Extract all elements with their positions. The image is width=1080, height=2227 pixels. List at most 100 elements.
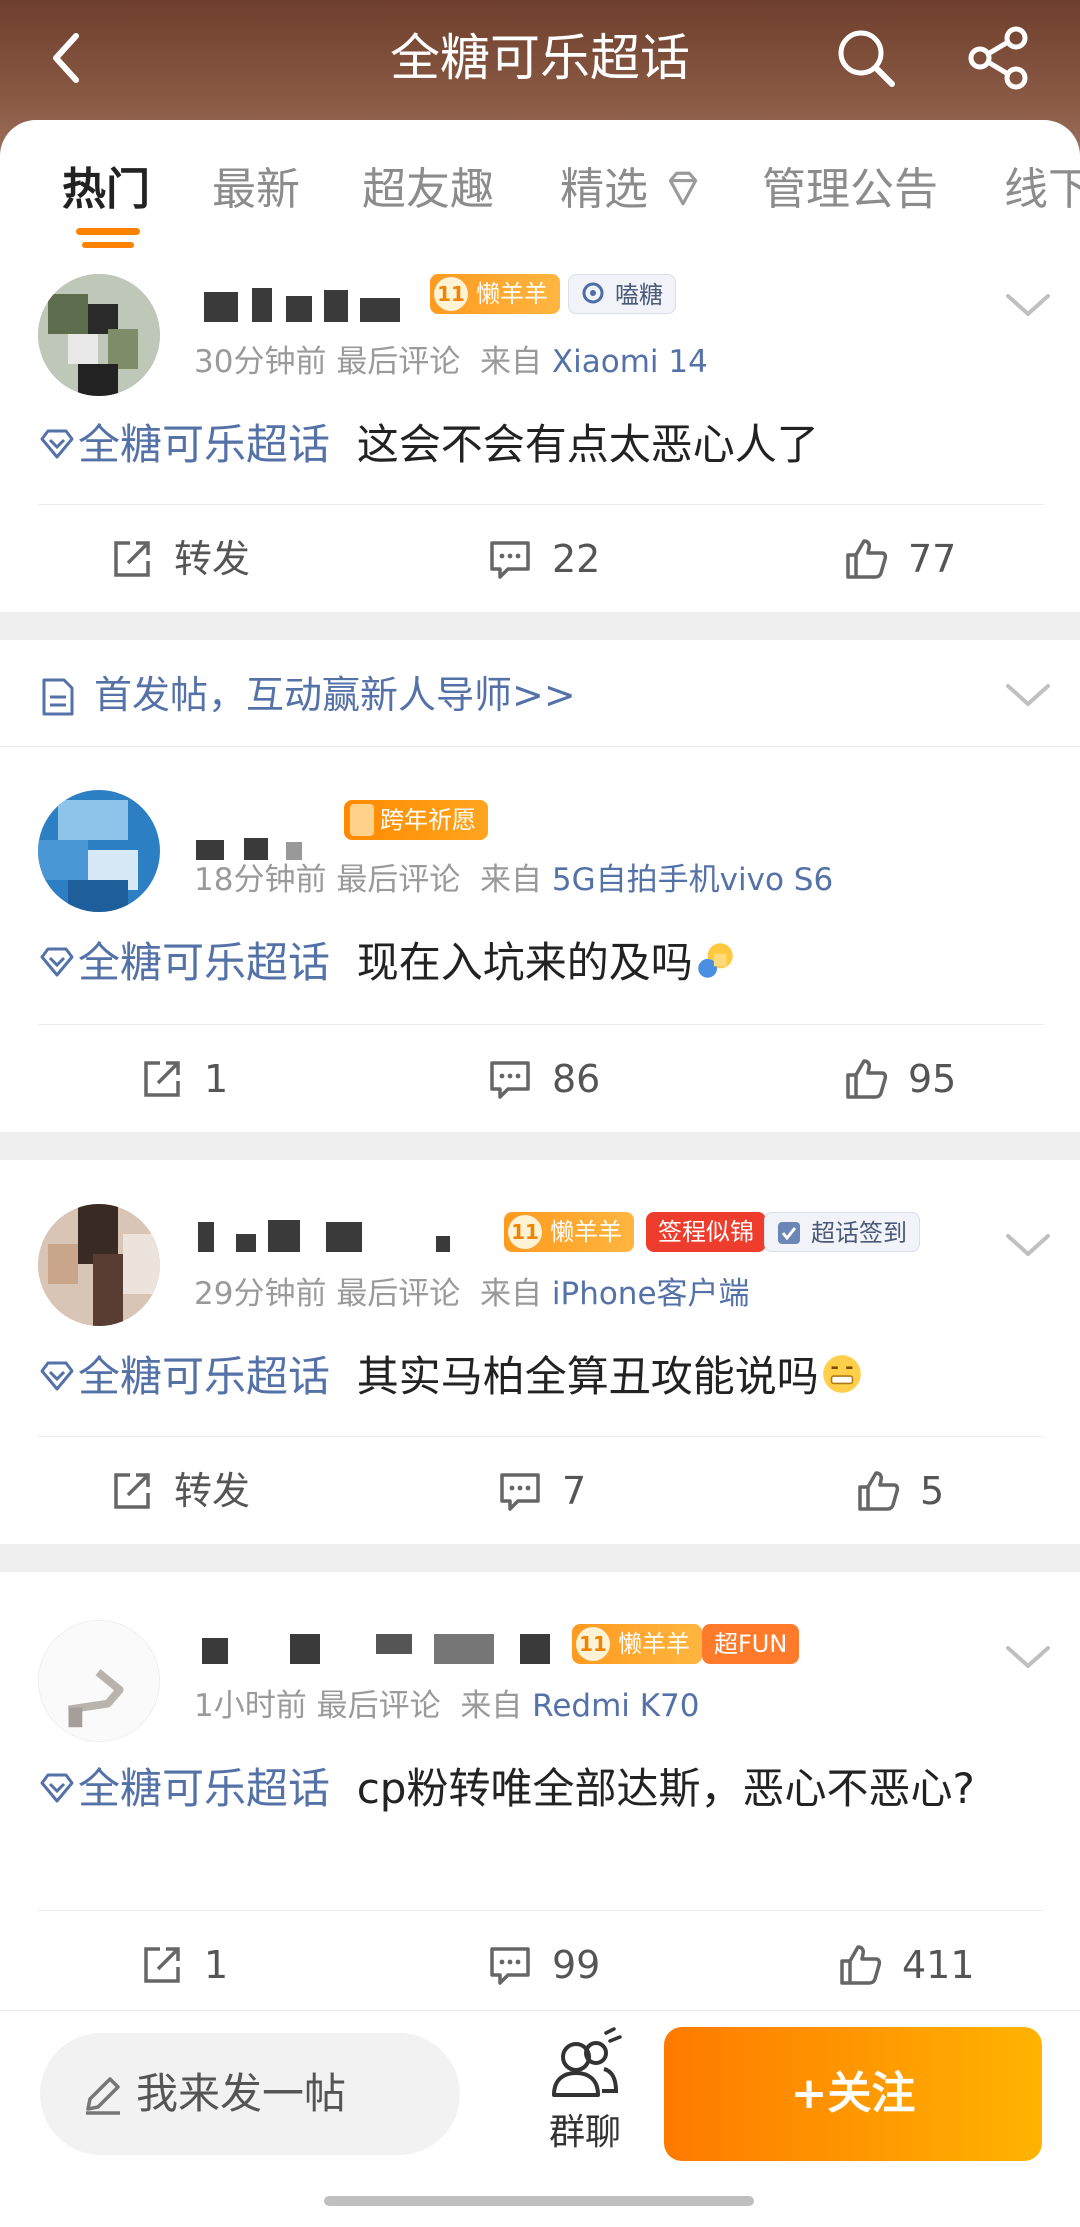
tab-announcements[interactable]: 管理公告 (762, 160, 938, 220)
compose-label: 我来发一帖 (136, 2069, 347, 2118)
post-meta: 30分钟前 最后评论 来自 Xiaomi 14 (194, 344, 708, 380)
notice-text: 首发帖，互动赢新人导师>> (94, 673, 576, 717)
avatar[interactable] (38, 790, 160, 912)
fun-badge[interactable]: 超FUN (702, 1624, 800, 1664)
compose-button[interactable]: 我来发一帖 (40, 2033, 460, 2155)
pencil-icon (86, 2077, 120, 2115)
post-source: 5G自拍手机vivo S6 (551, 862, 834, 898)
chevron-down-icon (1006, 294, 1050, 316)
username-redacted[interactable] (196, 1624, 566, 1674)
level-badge[interactable]: 11 懒羊羊 (430, 274, 560, 314)
post-text: 这会不会有点太恶心人了 (356, 420, 819, 469)
post-card[interactable]: 11 懒羊羊 嗑糖 30分钟前 最后评论 来自 Xiaomi 14 全糖可乐超话… (0, 250, 1080, 610)
supertopic-icon (40, 1773, 74, 1803)
home-indicator[interactable] (324, 2196, 754, 2206)
tab-bar: 热门 最新 超友趣 精选 管理公告 线下 (0, 120, 1080, 250)
post-text: cp粉转唯全部达斯，恶心不恶心? (356, 1764, 975, 1813)
badge-label: 超FUN (714, 1630, 788, 1658)
badge-label: 跨年祈愿 (380, 806, 476, 834)
section-gap (0, 612, 1080, 640)
tab-hot[interactable]: 热门 (62, 160, 150, 220)
topic-link[interactable]: 全糖可乐超话 (38, 420, 330, 469)
topic-link[interactable]: 全糖可乐超话 (38, 938, 330, 987)
chevron-down-icon (1006, 1234, 1050, 1256)
thumbs-up-icon (858, 1471, 900, 1511)
comment-icon (490, 1947, 530, 1985)
comment-count: 99 (552, 1943, 601, 1987)
avatar-image (38, 1204, 160, 1326)
username-redacted[interactable] (196, 1212, 486, 1262)
level-badge[interactable]: 11 懒羊羊 (504, 1212, 634, 1252)
post-card[interactable]: 跨年祈愿 18分钟前 最后评论 来自 5G自拍手机vivo S6 全糖可乐超话 … (0, 748, 1080, 1130)
topic-link[interactable]: 全糖可乐超话 (38, 1352, 330, 1401)
post-menu-chevron[interactable] (1004, 1230, 1052, 1260)
username-redacted[interactable] (196, 282, 426, 332)
topic-link[interactable]: 全糖可乐超话 (38, 1764, 330, 1813)
document-icon (42, 678, 74, 716)
tab-featured[interactable]: 精选 (560, 160, 704, 220)
avatar-image (38, 790, 160, 912)
supertopic-icon (40, 429, 74, 459)
checkin-badge[interactable]: 超话签到 (764, 1212, 920, 1252)
divider (38, 1024, 1044, 1025)
repost-icon (114, 541, 150, 577)
search-button[interactable] (830, 22, 902, 94)
badge-label: 签程似锦 (658, 1218, 754, 1246)
avatar-image (38, 274, 160, 396)
badge-label: 超话签到 (811, 1219, 907, 1247)
comment-icon (490, 1061, 530, 1099)
group-chat-button[interactable]: 群聊 (530, 2027, 640, 2167)
level-badge[interactable]: 11 懒羊羊 (572, 1624, 702, 1664)
section-gap (0, 1132, 1080, 1160)
follow-button[interactable]: +关注 (664, 2027, 1042, 2161)
post-content[interactable]: 全糖可乐超话 cp粉转唯全部达斯，恶心不恶心? (38, 1758, 1048, 1820)
tab-featured-label: 精选 (560, 164, 648, 215)
repost-label: 转发 (174, 537, 251, 581)
post-meta: 1小时前 最后评论 来自 Redmi K70 (194, 1688, 700, 1724)
notice-bar[interactable]: 首发帖，互动赢新人导师>> (0, 645, 1080, 745)
post-text: 其实马柏全算丑攻能说吗 (356, 1352, 819, 1401)
page-title: 全糖可乐超话 (390, 29, 690, 87)
post-menu-chevron[interactable] (1004, 1642, 1052, 1672)
post-source: Redmi K70 (532, 1688, 700, 1724)
avatar-image (39, 1621, 159, 1741)
repost-count: 1 (204, 1943, 229, 1987)
avatar[interactable] (38, 274, 160, 396)
post-content[interactable]: 全糖可乐超话 这会不会有点太恶心人了 (38, 414, 1048, 476)
lollipop-icon (582, 282, 604, 304)
tab-fun[interactable]: 超友趣 (362, 160, 494, 220)
post-actions: 转发 22 77 (0, 514, 1080, 604)
achievement-badge[interactable]: 签程似锦 (646, 1212, 766, 1252)
post-card[interactable]: 11 懒羊羊 签程似锦 超话签到 29分钟前 最后评论 来自 iPhone客户端… (0, 1160, 1080, 1542)
event-badge[interactable]: 跨年祈愿 (344, 800, 488, 840)
pacifier-emoji-icon (697, 943, 733, 978)
chevron-down-icon (1006, 684, 1050, 706)
post-content[interactable]: 全糖可乐超话 现在入坑来的及吗 (38, 932, 1048, 994)
repost-icon (114, 1473, 150, 1509)
thumbs-up-icon (840, 1945, 882, 1985)
post-card[interactable]: 11 懒羊羊 超FUN 1小时前 最后评论 来自 Redmi K70 全糖可乐超… (0, 1572, 1080, 2010)
thumbs-up-icon (846, 1059, 888, 1099)
post-menu-chevron[interactable] (1004, 290, 1052, 320)
comment-icon (500, 1473, 540, 1511)
avatar[interactable] (38, 1620, 160, 1742)
avatar[interactable] (38, 1204, 160, 1326)
post-content[interactable]: 全糖可乐超话 其实马柏全算丑攻能说吗 (38, 1346, 1048, 1408)
like-count: 411 (902, 1943, 975, 1987)
repost-icon (144, 1947, 180, 1983)
share-button[interactable] (962, 22, 1034, 94)
fan-badge[interactable]: 嗑糖 (568, 274, 676, 314)
badge-label: 懒羊羊 (550, 1218, 622, 1246)
post-meta: 18分钟前 最后评论 来自 5G自拍手机vivo S6 (194, 862, 834, 898)
supertopic-icon (40, 1361, 74, 1391)
bottom-bar: 我来发一帖 群聊 +关注 (0, 2010, 1080, 2227)
tab-offline[interactable]: 线下 (1004, 160, 1080, 220)
comment-count: 7 (562, 1469, 587, 1513)
group-chat-label: 群聊 (548, 2112, 621, 2153)
tab-latest[interactable]: 最新 (212, 160, 300, 220)
tab-indicator (76, 228, 140, 250)
divider (38, 1910, 1044, 1911)
post-actions: 转发 7 5 (0, 1446, 1080, 1536)
post-source: Xiaomi 14 (551, 344, 708, 380)
notice-chevron[interactable] (1004, 680, 1052, 710)
